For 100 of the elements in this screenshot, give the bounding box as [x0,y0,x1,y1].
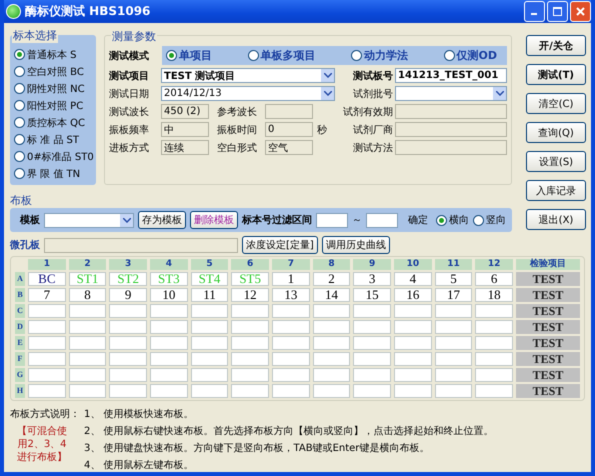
well-cell[interactable] [68,304,106,318]
well-cell[interactable] [272,336,310,350]
well-cell[interactable] [109,368,147,382]
action-button[interactable]: 查询(Q) [526,122,586,143]
well-cell[interactable]: 4 [394,272,432,286]
dropdown[interactable] [395,86,507,101]
well-cell[interactable] [109,336,147,350]
well-cell[interactable] [312,368,350,382]
well-cell[interactable] [434,304,472,318]
well-cell[interactable] [475,336,513,350]
save-template-button[interactable]: 存为模板 [138,211,186,229]
well-cell[interactable] [272,352,310,366]
well-cell[interactable] [394,368,432,382]
well-cell[interactable] [434,336,472,350]
well-cell[interactable] [475,384,513,398]
well-cell[interactable]: 9 [109,288,147,302]
action-button[interactable]: 开/关仓 [526,35,586,56]
well-cell[interactable] [28,352,66,366]
radio-button[interactable] [14,168,25,179]
well-cell[interactable] [272,320,310,334]
radio-button[interactable] [14,151,25,162]
radio-button[interactable] [166,50,177,61]
well-cell[interactable] [353,384,391,398]
well-cell[interactable] [231,320,269,334]
radio-button[interactable] [14,134,25,145]
well-cell[interactable]: BC [28,272,66,286]
well-cell[interactable] [68,368,106,382]
concentration-button[interactable]: 浓度设定[定量] [242,236,318,254]
action-button[interactable]: 退出(X) [526,209,586,230]
well-cell[interactable] [312,384,350,398]
well-cell[interactable] [475,368,513,382]
well-cell[interactable] [28,368,66,382]
well-cell[interactable] [190,304,228,318]
radio-button[interactable] [351,50,362,61]
delete-template-button[interactable]: 删除模板 [190,211,238,229]
well-cell[interactable] [434,320,472,334]
well-cell[interactable] [272,384,310,398]
action-button[interactable]: 测试(T) [526,64,586,85]
well-cell[interactable]: 13 [272,288,310,302]
range-start-field[interactable] [316,212,348,228]
radio-button[interactable] [14,66,25,77]
well-cell[interactable] [394,352,432,366]
action-button[interactable]: 清空(C) [526,93,586,114]
well-cell[interactable]: 12 [231,288,269,302]
well-cell[interactable] [434,384,472,398]
well-cell[interactable] [190,320,228,334]
well-cell[interactable] [312,336,350,350]
well-cell[interactable]: 5 [434,272,472,286]
well-cell[interactable]: 18 [475,288,513,302]
well-cell[interactable] [312,352,350,366]
action-button[interactable]: 设置(S) [526,151,586,172]
well-cell[interactable] [312,320,350,334]
well-cell[interactable] [353,352,391,366]
radio-button[interactable] [14,117,25,128]
well-cell[interactable] [68,320,106,334]
well-cell[interactable] [394,304,432,318]
well-cell[interactable]: 16 [394,288,432,302]
history-curve-button[interactable]: 调用历史曲线 [322,236,390,254]
well-cell[interactable] [353,320,391,334]
radio-button[interactable] [14,100,25,111]
plate-number-field[interactable]: 141213_TEST_001 [395,68,507,83]
well-cell[interactable]: 17 [434,288,472,302]
well-cell[interactable] [28,320,66,334]
close-button[interactable] [570,1,591,22]
well-cell[interactable] [150,368,188,382]
well-cell[interactable] [394,336,432,350]
action-button[interactable]: 入库记录 [526,180,586,201]
range-end-field[interactable] [366,212,398,228]
dropdown[interactable]: TEST 测试项目 [161,68,335,83]
well-cell[interactable]: 1 [272,272,310,286]
well-cell[interactable] [475,352,513,366]
well-cell[interactable] [394,320,432,334]
well-cell[interactable] [190,352,228,366]
template-dropdown[interactable] [44,212,134,228]
well-cell[interactable] [28,336,66,350]
well-cell[interactable] [231,352,269,366]
well-cell[interactable] [394,384,432,398]
well-cell[interactable] [150,336,188,350]
radio-button[interactable] [436,214,447,226]
radio-button[interactable] [14,49,25,60]
well-cell[interactable] [190,336,228,350]
radio-button[interactable] [444,50,454,61]
well-cell[interactable] [434,368,472,382]
well-cell[interactable] [190,368,228,382]
well-cell[interactable]: 7 [28,288,66,302]
well-cell[interactable] [109,320,147,334]
well-cell[interactable]: 15 [353,288,391,302]
well-cell[interactable] [28,384,66,398]
radio-button[interactable] [473,214,484,226]
well-cell[interactable]: 11 [190,288,228,302]
well-cell[interactable] [353,304,391,318]
well-cell[interactable] [475,320,513,334]
well-cell[interactable] [353,368,391,382]
well-cell[interactable] [312,304,350,318]
well-cell[interactable] [272,368,310,382]
well-cell[interactable] [475,304,513,318]
well-cell[interactable] [68,336,106,350]
well-cell[interactable] [190,384,228,398]
well-cell[interactable]: 2 [312,272,350,286]
well-cell[interactable] [231,384,269,398]
